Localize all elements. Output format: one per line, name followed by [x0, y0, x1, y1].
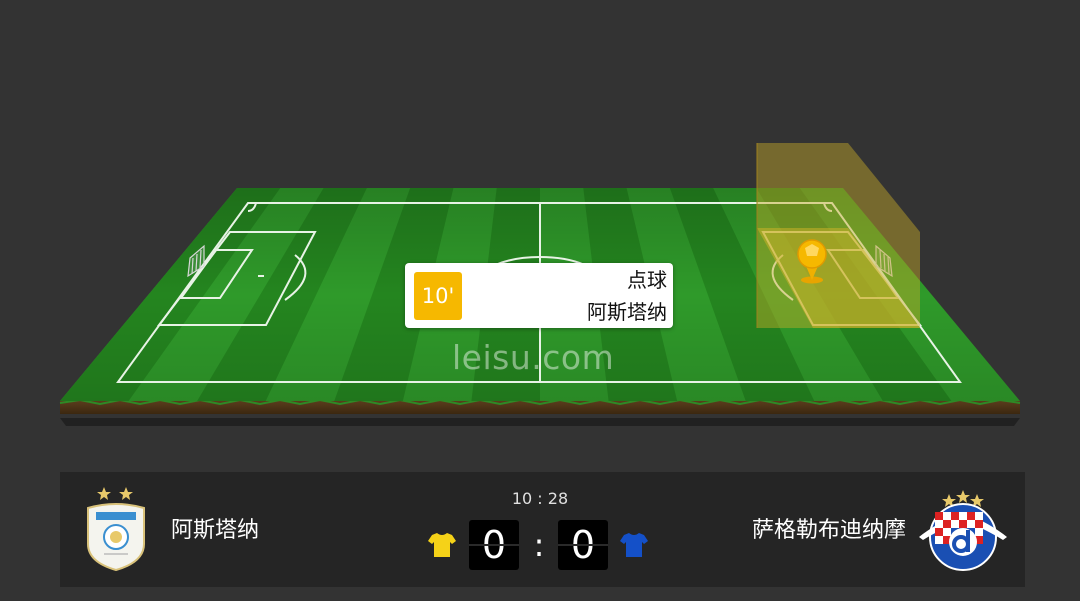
home-shirt-icon	[428, 533, 456, 557]
home-score: 0	[469, 520, 519, 570]
pitch	[59, 143, 1021, 426]
away-team-name: 萨格勒布迪纳摩	[751, 518, 906, 543]
home-team-name: 阿斯塔纳	[171, 518, 260, 543]
scoreboard: 阿斯塔纳 10 : 28 0 : 0 萨格勒布迪纳摩	[60, 472, 1025, 587]
event-minute-badge: 10'	[414, 272, 462, 320]
match-clock: 10 : 28	[511, 489, 569, 508]
attack-zone-highlight	[756, 143, 920, 328]
event-type: 点球	[627, 268, 667, 292]
pitch-shadow	[60, 418, 1020, 426]
dinamo-zagreb-crest-icon	[919, 490, 1007, 571]
watermark: leisu.com	[452, 338, 615, 377]
away-score: 0	[558, 520, 608, 570]
away-shirt-icon	[620, 533, 648, 557]
score-separator: :	[533, 526, 545, 564]
pitch-soil-edge	[59, 398, 1021, 414]
event-card: 10' 点球 阿斯塔纳	[405, 263, 673, 328]
astana-crest-icon	[87, 487, 145, 572]
event-team: 阿斯塔纳	[587, 300, 667, 324]
match-live-view: leisu.com 10' 点球 阿斯塔纳 阿斯塔纳 10 : 28 0 : 0…	[0, 0, 1080, 601]
